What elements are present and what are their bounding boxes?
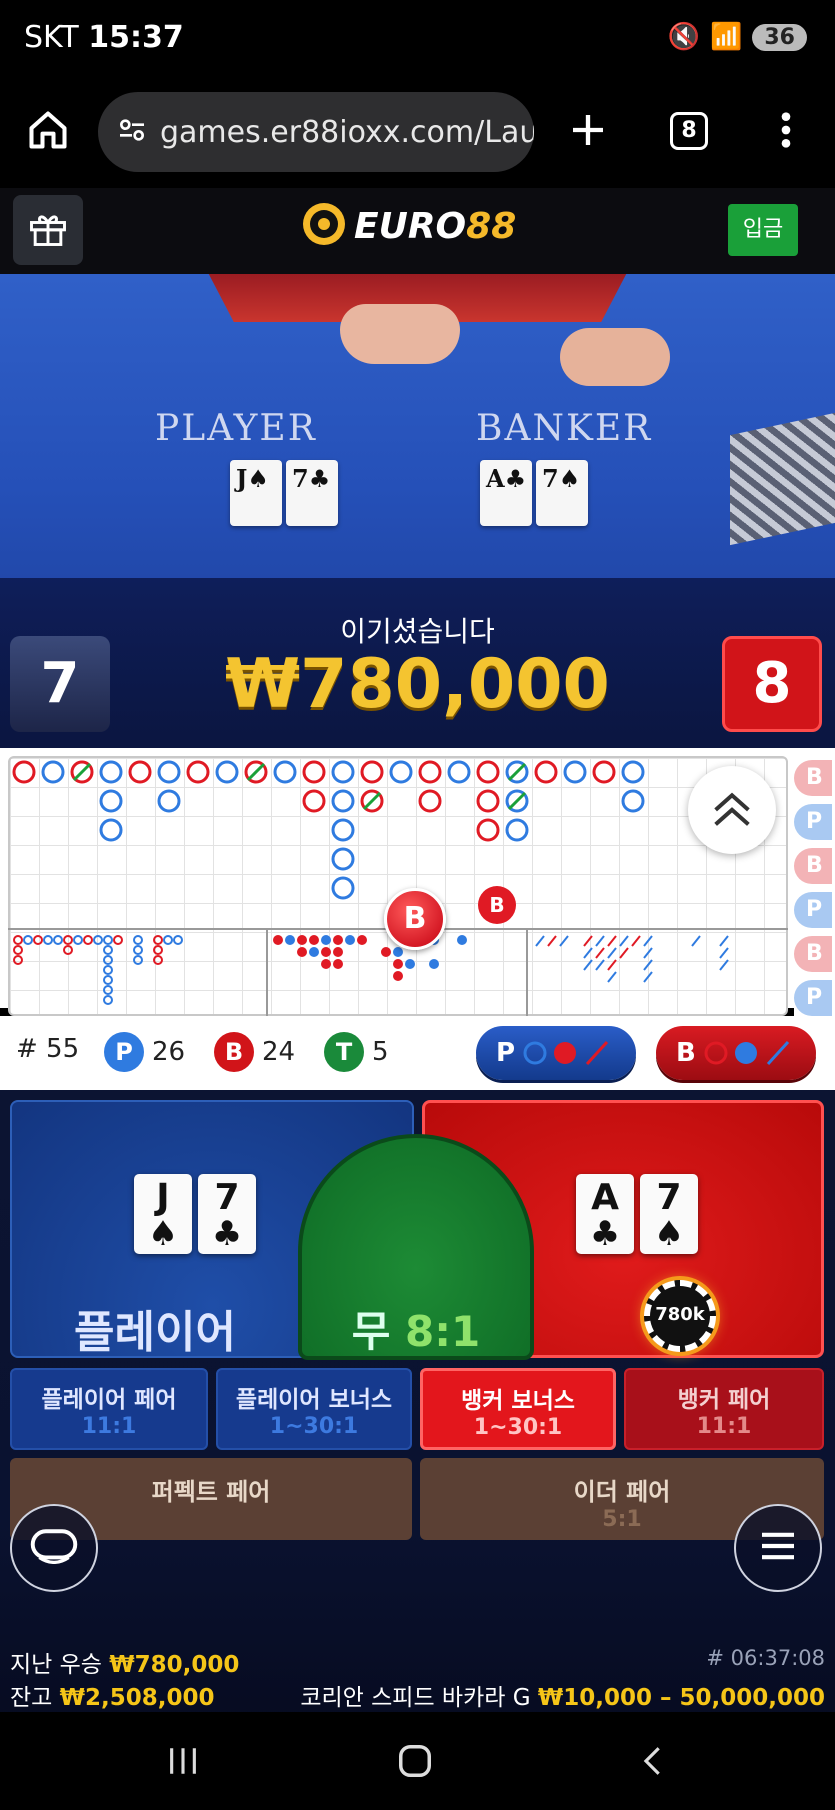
banker-badge: B xyxy=(214,1032,254,1072)
gift-icon xyxy=(26,206,70,254)
playing-card: A♣ xyxy=(576,1174,634,1254)
back-nav-icon[interactable] xyxy=(636,1744,670,1782)
tie-bet-label: 무 8:1 xyxy=(351,1307,481,1356)
battery-icon: 36 xyxy=(752,23,807,51)
side-road-pill: P xyxy=(794,892,832,928)
tie-count: 5 xyxy=(372,1037,389,1067)
playing-card: 7♣ xyxy=(286,460,338,526)
banker-bonus-bet[interactable]: 뱅커 보너스 1~30:1 xyxy=(420,1368,616,1450)
predict-marks xyxy=(704,1040,789,1066)
felt-player-cards: J♠ 7♣ xyxy=(230,460,338,526)
banker-cards: A ♣ 7 ♠ xyxy=(576,1174,698,1254)
logo-text-a: EURO xyxy=(354,205,467,247)
banker-marker-small: B xyxy=(478,886,516,924)
player-predict-label: P xyxy=(496,1038,516,1068)
player-cards: J ♠ 7 ♣ xyxy=(134,1174,256,1254)
playing-card: 7♠ xyxy=(536,460,588,526)
menu-button[interactable] xyxy=(734,1504,822,1592)
chevron-up-icon xyxy=(710,788,754,832)
recent-apps-icon[interactable] xyxy=(166,1744,200,1782)
deposit-button[interactable]: 입금 xyxy=(728,204,798,256)
mute-icon: 🔇 xyxy=(667,22,700,52)
side-road-pill: P xyxy=(794,980,832,1016)
side-road-pill: B xyxy=(794,936,832,972)
chat-button[interactable] xyxy=(10,1504,98,1592)
round-id: # 06:37:08 xyxy=(706,1646,825,1670)
dealer-hand-right xyxy=(560,328,670,386)
table-info: 코리안 스피드 바카라 G ₩10,000 – 50,000,000 xyxy=(300,1685,825,1711)
banker-marker-big: B xyxy=(384,888,446,950)
win-title: 이기셨습니다 xyxy=(340,615,495,648)
side-road-pill: B xyxy=(794,848,832,884)
tab-switcher-button[interactable]: 8 xyxy=(670,112,708,150)
dealer-hand-left xyxy=(340,304,460,364)
menu-icon xyxy=(758,1530,798,1566)
site-logo[interactable]: EURO88 xyxy=(300,200,516,252)
playing-card: J♠ xyxy=(230,460,282,526)
player-wins-count: 26 xyxy=(152,1037,186,1067)
win-amount: ₩780,000 xyxy=(225,645,610,724)
banker-wins-stat: B 24 xyxy=(214,1032,295,1072)
road-divider xyxy=(266,928,268,1016)
player-score: 7 xyxy=(10,636,110,732)
player-wins-stat: P 26 xyxy=(104,1032,185,1072)
chat-icon xyxy=(29,1528,79,1568)
player-pair-bet[interactable]: 플레이어 페어 11:1 xyxy=(10,1368,208,1450)
logo-text-b: 88 xyxy=(466,205,517,247)
road-marks xyxy=(12,760,729,1005)
soccer-ball-icon xyxy=(300,200,348,252)
card-shoe xyxy=(730,412,835,546)
banker-wins-count: 24 xyxy=(262,1037,296,1067)
big-road[interactable] xyxy=(8,756,788,1016)
status-icons: 🔇 📶 36 xyxy=(668,22,807,52)
banker-predict-label: B xyxy=(676,1038,696,1068)
playing-card: A♣ xyxy=(480,460,532,526)
player-bet-label: 플레이어 xyxy=(74,1307,236,1358)
banker-predict-button[interactable]: B xyxy=(656,1026,816,1080)
banker-pair-bet[interactable]: 뱅커 페어 11:1 xyxy=(624,1368,824,1450)
last-win: 지난 우승 ₩780,000 xyxy=(10,1652,240,1678)
felt-banker-label: BANKER xyxy=(476,408,653,449)
plus-icon[interactable] xyxy=(568,110,608,154)
url-bar[interactable]: games.er88ioxx.com/Launc xyxy=(98,92,534,172)
collapse-roadmap-button[interactable] xyxy=(688,766,776,854)
tie-badge: T xyxy=(324,1032,364,1072)
player-badge: P xyxy=(104,1032,144,1072)
side-road-pill: B xyxy=(794,760,832,796)
banker-score: 8 xyxy=(722,636,822,732)
status-carrier: SKT 15:37 xyxy=(24,20,184,55)
playing-card: J♠ xyxy=(134,1174,192,1254)
playing-card: 7♣ xyxy=(198,1174,256,1254)
home-nav-icon[interactable] xyxy=(396,1742,434,1784)
road-divider xyxy=(526,928,528,1016)
side-road: B P B P B P xyxy=(794,756,835,1016)
more-icon[interactable] xyxy=(774,110,798,154)
side-road-pill: P xyxy=(794,804,832,840)
url-text: games.er88ioxx.com/Launc xyxy=(160,114,534,150)
playing-card: 7♠ xyxy=(640,1174,698,1254)
player-bonus-bet[interactable]: 플레이어 보너스 1~30:1 xyxy=(216,1368,412,1450)
bet-chip[interactable]: 780k xyxy=(644,1280,716,1352)
tie-stat: T 5 xyxy=(324,1032,389,1072)
wifi-icon: 📶 xyxy=(710,22,743,52)
hands-count: # 55 xyxy=(16,1034,80,1064)
balance: 잔고 ₩2,508,000 xyxy=(10,1685,215,1711)
predict-marks xyxy=(523,1040,609,1066)
felt-player-label: PLAYER xyxy=(155,408,317,449)
gift-button[interactable] xyxy=(13,195,83,265)
player-predict-button[interactable]: P xyxy=(476,1026,636,1080)
home-icon[interactable] xyxy=(26,108,70,156)
felt-banker-cards: A♣ 7♠ xyxy=(480,460,588,526)
site-settings-icon[interactable] xyxy=(116,114,148,150)
